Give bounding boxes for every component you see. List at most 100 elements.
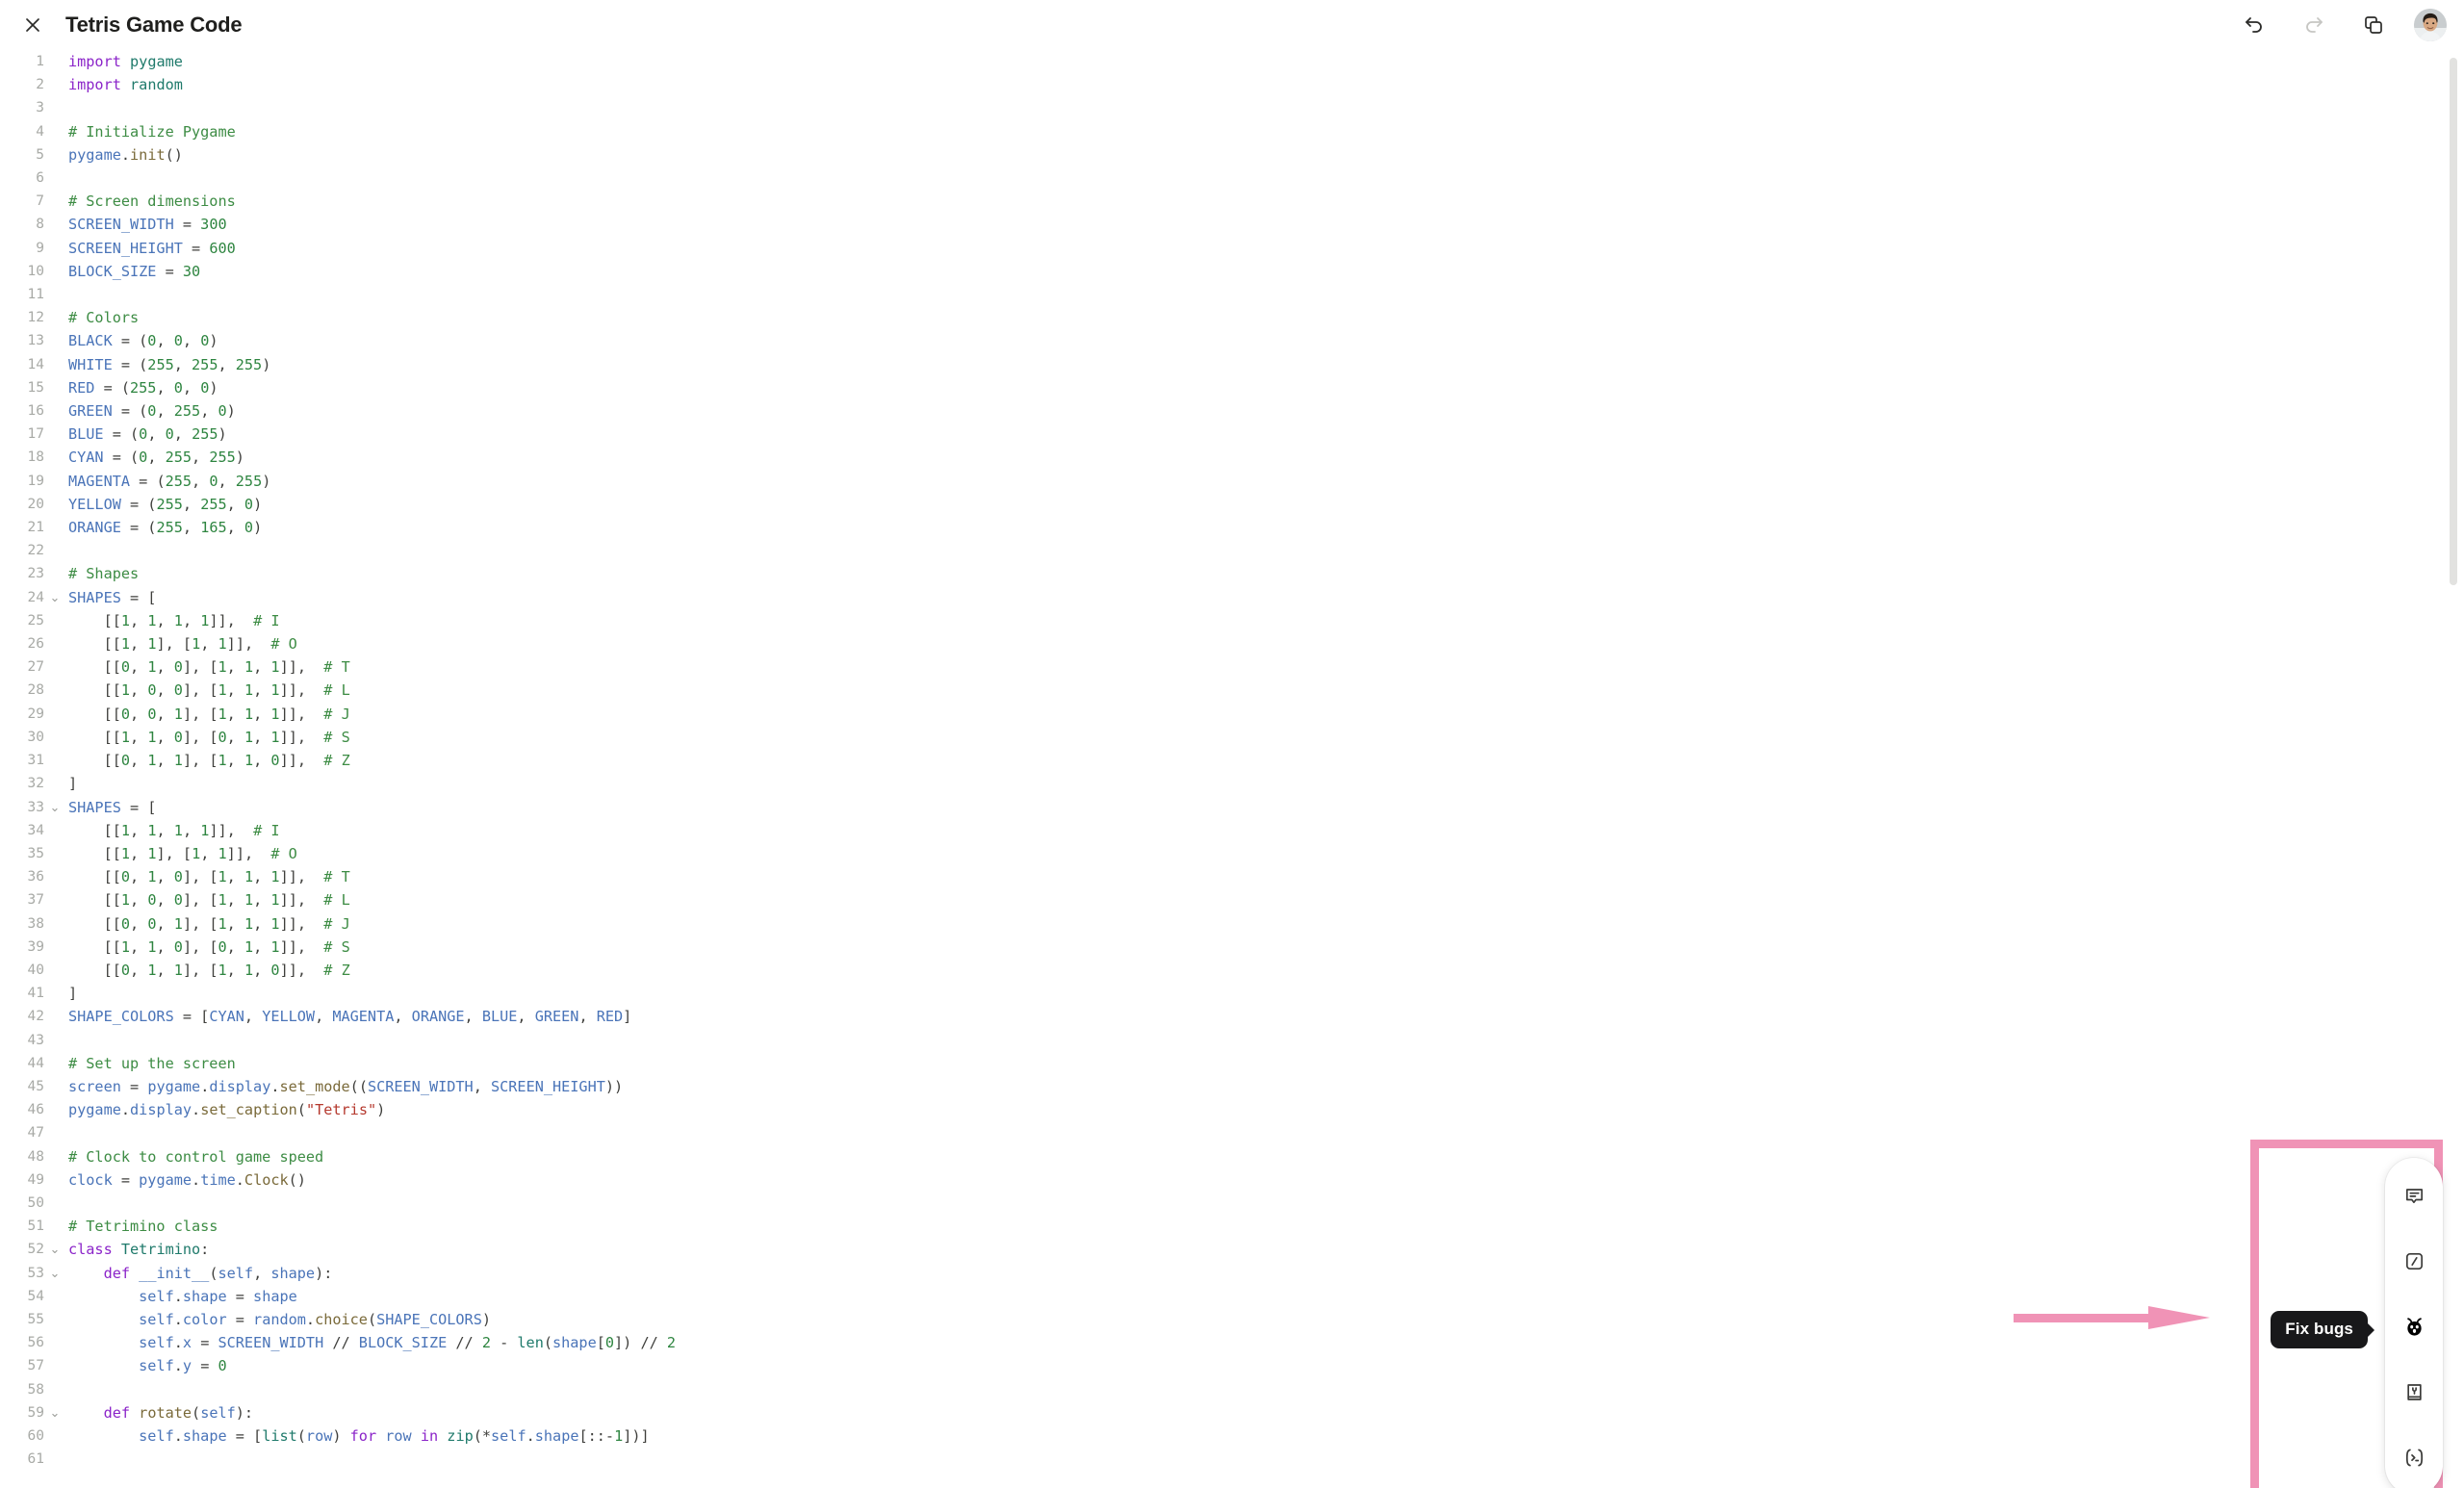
code-token: 0 <box>244 519 254 537</box>
code-token: SCREEN_WIDTH <box>367 1077 474 1095</box>
code-token: # Z <box>323 752 350 770</box>
header-right-group <box>2235 0 2447 50</box>
code-token: (( <box>349 1077 368 1095</box>
code-token: , <box>464 1008 482 1026</box>
code-token: 1 <box>218 961 227 979</box>
code-token: pygame <box>68 1101 121 1119</box>
bug-icon[interactable] <box>2394 1306 2434 1347</box>
code-token: ], [ <box>182 891 218 910</box>
code-token: screen <box>68 1077 121 1095</box>
code-token: 255 <box>235 355 263 373</box>
code-token: 1 <box>270 728 280 746</box>
code-token: 1 <box>173 914 183 933</box>
code-line-content: [[1, 1], [1, 1]], # O <box>65 842 2464 865</box>
book-bookmark-icon[interactable] <box>2394 1372 2434 1412</box>
code-token: ): <box>315 1264 333 1282</box>
fold-gutter-spacer <box>44 1424 65 1448</box>
code-token: , <box>173 425 192 444</box>
line-number: 27 <box>27 659 44 676</box>
code-token: , <box>517 1008 535 1026</box>
code-line: 52 ⌄ class Tetrimino: <box>0 1238 2464 1261</box>
code-token: , <box>200 844 218 862</box>
code-line-content: SCREEN_HEIGHT = 600 <box>65 237 2464 260</box>
code-line-content: BLOCK_SIZE = 30 <box>65 260 2464 283</box>
code-token: = <box>120 1077 148 1095</box>
fold-gutter-spacer <box>44 1121 65 1144</box>
code-token: , <box>253 1264 271 1282</box>
code-token: , <box>130 681 148 700</box>
line-number: 31 <box>27 753 44 769</box>
code-token: , <box>253 914 271 933</box>
code-token: # L <box>323 891 350 910</box>
comment-bubble-icon[interactable] <box>2394 1175 2434 1216</box>
fold-chevron-icon[interactable]: ⌄ <box>44 1238 65 1261</box>
line-number: 34 <box>27 822 44 838</box>
code-token: CYAN <box>209 1008 244 1026</box>
fold-chevron-icon[interactable]: ⌄ <box>44 1401 65 1424</box>
code-token: ( <box>192 1403 201 1422</box>
fold-chevron-icon[interactable]: ⌄ <box>44 586 65 609</box>
fold-gutter-spacer <box>44 539 65 562</box>
code-token: [[ <box>68 891 121 910</box>
terminal-prompt-icon[interactable] <box>2394 1437 2434 1477</box>
artifact-viewer-window: Tetris Game Code 1 import pygame 2 impor… <box>0 0 2464 1488</box>
code-token: ): <box>235 1403 254 1422</box>
code-token: 1 <box>244 914 254 933</box>
slash-box-icon[interactable] <box>2394 1241 2434 1281</box>
close-icon[interactable] <box>13 6 52 44</box>
code-token: = ( <box>112 355 148 373</box>
code-line-content: self.shape = [list(row) for row in zip(*… <box>65 1424 2464 1448</box>
vertical-scrollbar-track[interactable] <box>2449 54 2458 1482</box>
header-left-group: Tetris Game Code <box>0 6 243 44</box>
code-token: 1 <box>218 914 227 933</box>
code-token: , <box>156 378 174 397</box>
code-line-content <box>65 1192 2464 1215</box>
code-token: () <box>165 145 183 164</box>
fold-gutter-spacer <box>44 353 65 376</box>
undo-icon[interactable] <box>2235 6 2273 44</box>
code-line: 31 [[0, 1, 1], [1, 1, 0]], # Z <box>0 749 2464 772</box>
fold-gutter-spacer <box>44 96 65 119</box>
line-number: 36 <box>27 869 44 885</box>
fold-gutter-spacer <box>44 1098 65 1121</box>
code-token: 1 <box>218 705 227 723</box>
line-number: 45 <box>27 1078 44 1094</box>
code-token: Clock <box>244 1170 289 1189</box>
code-token: # T <box>323 868 350 886</box>
code-line: 34 [[1, 1, 1, 1]], # I <box>0 819 2464 842</box>
line-number: 2 <box>36 77 44 93</box>
duplicate-icon[interactable] <box>2354 6 2393 44</box>
line-number: 26 <box>27 636 44 653</box>
fold-chevron-icon[interactable]: ⌄ <box>44 796 65 819</box>
code-line-content <box>65 1448 2464 1471</box>
code-token: , <box>182 332 201 350</box>
code-token: 255 <box>200 495 227 513</box>
code-token: , <box>244 1008 263 1026</box>
code-token: GREEN <box>68 402 113 421</box>
code-line: 2 import random <box>0 73 2464 96</box>
fold-gutter-spacer <box>44 936 65 959</box>
line-number: 32 <box>27 776 44 792</box>
code-token: [::- <box>578 1426 615 1445</box>
code-line: 11 <box>0 283 2464 306</box>
fold-gutter-spacer <box>44 655 65 679</box>
code-line-content: ORANGE = (255, 165, 0) <box>65 516 2464 539</box>
code-token: ]], <box>279 728 324 746</box>
vertical-scrollbar-thumb[interactable] <box>2450 58 2457 585</box>
code-token: SCREEN_HEIGHT <box>491 1077 605 1095</box>
code-line: 42 SHAPE_COLORS = [CYAN, YELLOW, MAGENTA,… <box>0 1005 2464 1028</box>
code-token: 1 <box>120 681 131 700</box>
code-line-content: # Initialize Pygame <box>65 120 2464 143</box>
code-line: 48 # Clock to control game speed <box>0 1145 2464 1168</box>
code-token: - <box>490 1334 518 1352</box>
fold-chevron-icon[interactable]: ⌄ <box>44 1262 65 1285</box>
code-token: = <box>192 1357 218 1375</box>
code-token: ) <box>376 1101 386 1119</box>
code-token: ]], <box>279 868 324 886</box>
code-editor-panel[interactable]: 1 import pygame 2 import random 3 4 # Initial… <box>0 50 2464 1488</box>
avatar[interactable] <box>2414 9 2447 41</box>
redo-icon[interactable] <box>2295 6 2333 44</box>
code-token: . <box>305 1310 316 1328</box>
code-token: # Z <box>323 961 350 979</box>
